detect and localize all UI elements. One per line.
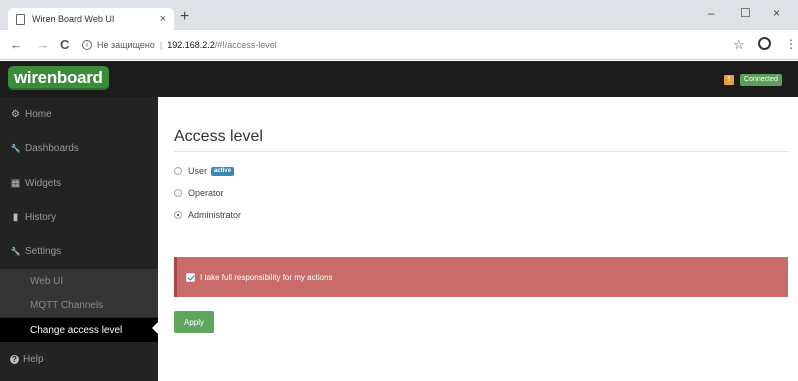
tab-title: Wiren Board Web UI xyxy=(32,14,115,24)
sidebar-item-label: Home xyxy=(25,108,52,120)
apply-button[interactable]: Apply xyxy=(174,311,214,333)
responsibility-label: I take full responsibility for my action… xyxy=(200,272,333,282)
gear-icon: ⚙ xyxy=(11,108,20,120)
new-tab-button[interactable]: + xyxy=(180,8,189,26)
radio-button[interactable] xyxy=(174,167,182,175)
info-icon[interactable]: i xyxy=(82,40,92,50)
sidebar-item-label: Help xyxy=(23,353,44,365)
forward-button[interactable]: → xyxy=(36,37,49,53)
wirenboard-logo[interactable]: wirenboard xyxy=(8,66,109,90)
question-circle-icon: ? xyxy=(10,354,19,364)
radio-label: Administrator xyxy=(188,210,242,220)
responsibility-checkbox[interactable] xyxy=(186,272,195,282)
sidebar-item-label: History xyxy=(25,211,57,223)
sidebar-subitem-change-access-level[interactable]: Change access level xyxy=(0,318,158,342)
title-divider xyxy=(174,151,789,152)
address-separator: | xyxy=(159,40,163,50)
wrench-icon: 🔧 xyxy=(10,246,21,256)
browser-tabstrip: Wiren Board Web UI × + – ☐ × xyxy=(0,0,798,30)
bar-chart-icon: ▮ xyxy=(12,211,19,223)
radio-user[interactable]: User active xyxy=(174,166,235,176)
sidebar-item-settings[interactable]: 🔧 Settings xyxy=(0,234,158,268)
app-header: wirenboard xyxy=(0,61,798,97)
radio-button[interactable] xyxy=(174,211,182,219)
close-window-button[interactable]: × xyxy=(773,6,780,20)
sidebar-subitem-web-ui[interactable]: Web UI xyxy=(0,269,158,293)
address-bar[interactable]: i Не защищено | 192.168.2.2 /#!/access-l… xyxy=(82,35,702,55)
sidebar-item-home[interactable]: ⚙ Home xyxy=(0,97,158,131)
tab-close-icon[interactable]: × xyxy=(160,13,166,25)
sidebar-item-label: Widgets xyxy=(25,177,62,189)
radio-operator[interactable]: Operator xyxy=(174,188,224,198)
radio-administrator[interactable]: Administrator xyxy=(174,210,241,220)
minimize-button[interactable]: – xyxy=(708,6,715,20)
wrench-icon: 🔧 xyxy=(10,143,21,153)
document-icon xyxy=(16,13,25,25)
back-button[interactable]: ← xyxy=(10,37,23,53)
radio-label: Operator xyxy=(188,188,224,198)
security-label: Не защищено xyxy=(97,40,155,50)
sidebar-item-label: Dashboards xyxy=(25,142,79,154)
browser-tab[interactable]: Wiren Board Web UI × xyxy=(8,8,174,30)
widgets-icon: ▦ xyxy=(10,177,21,189)
radio-button[interactable] xyxy=(174,189,182,197)
bookmark-star-icon[interactable]: ☆ xyxy=(733,37,745,53)
url-path: /#!/access-level xyxy=(214,40,277,50)
url-host: 192.168.2.2 xyxy=(167,40,215,50)
active-badge: active xyxy=(211,166,235,176)
reload-button[interactable]: C xyxy=(60,37,69,53)
maximize-button[interactable]: ☐ xyxy=(740,6,751,20)
sidebar-item-widgets[interactable]: ▦ Widgets xyxy=(0,166,158,200)
warning-icon: ! xyxy=(724,75,734,85)
active-item-pointer xyxy=(152,322,158,334)
sidebar-item-help[interactable]: ? Help xyxy=(0,342,158,376)
radio-label: User xyxy=(188,166,208,176)
sidebar-item-dashboards[interactable]: 🔧 Dashboards xyxy=(0,131,158,165)
sidebar-item-history[interactable]: ▮ History xyxy=(0,200,158,234)
sidebar-subitem-mqtt-channels[interactable]: MQTT Channels xyxy=(0,293,158,317)
browser-menu-icon[interactable]: ⋮ xyxy=(785,37,797,51)
account-icon[interactable] xyxy=(758,37,771,50)
browser-toolbar: ← → C i Не защищено | 192.168.2.2 /#!/ac… xyxy=(0,30,798,60)
sidebar-item-label: Settings xyxy=(25,245,62,257)
connection-status-badge: Connected xyxy=(740,74,782,86)
page-title: Access level xyxy=(174,128,263,145)
responsibility-alert: I take full responsibility for my action… xyxy=(174,257,788,297)
sidebar: ⚙ Home 🔧 Dashboards ▦ Widgets ▮ History … xyxy=(0,97,158,381)
